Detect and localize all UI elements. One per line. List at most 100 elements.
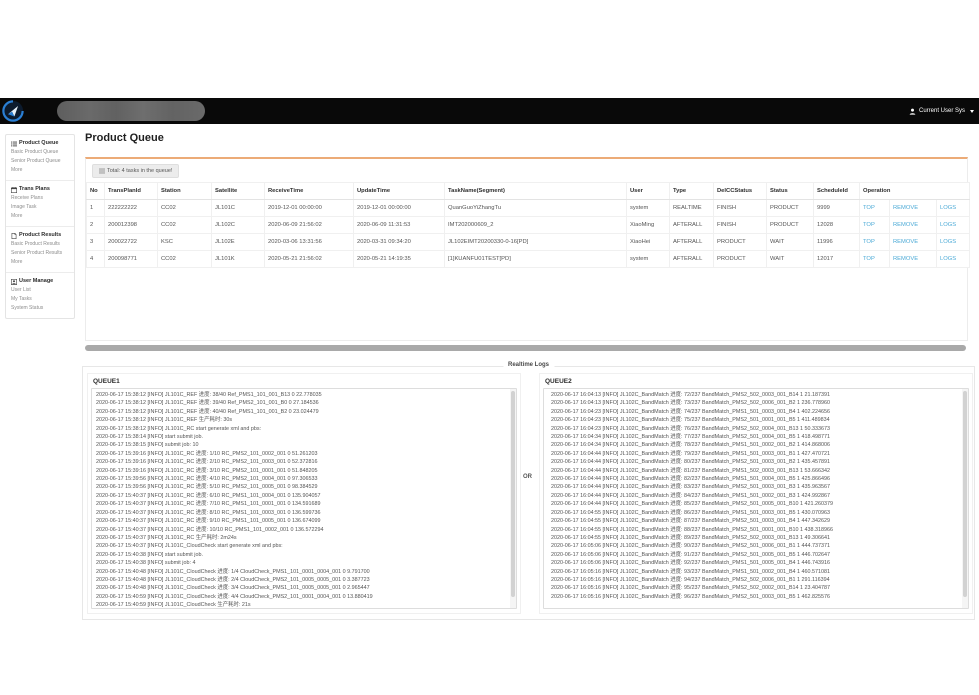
column-header: ScheduleId <box>814 183 860 200</box>
top-link[interactable]: TOP <box>863 222 875 228</box>
queue1-log-box[interactable]: 2020-06-17 15:38:12 [INFO] JL101C_REF 进度… <box>91 388 517 609</box>
sidebar-item[interactable]: Image Task <box>11 203 69 212</box>
table-cell: PRODUCT <box>767 200 814 217</box>
sidebar-item[interactable]: System Status <box>11 304 69 313</box>
log-line: 2020-06-17 15:38:12 [INFO] JL101C_REF 生产… <box>96 416 508 424</box>
column-header: TransPlanId <box>105 183 158 200</box>
chevron-down-icon <box>970 110 974 113</box>
queue2-log-box[interactable]: 2020-06-17 16:04:13 [INFO] JL102C_BandMa… <box>543 388 969 609</box>
log-line: 2020-06-17 15:40:48 [INFO] JL101C_CloudC… <box>96 576 508 584</box>
queue1-title: QUEUE1 <box>93 378 517 385</box>
sidebar-group-title: Trans Plans <box>11 185 69 194</box>
log-line: 2020-06-17 15:38:15 [INFO] submit job: 1… <box>96 441 508 449</box>
top-link[interactable]: TOP <box>863 205 875 211</box>
sidebar-item[interactable]: Receive Plans <box>11 194 69 203</box>
sidebar-item[interactable]: More <box>11 212 69 221</box>
sidebar-item[interactable]: More <box>11 166 69 175</box>
horizontal-scrollbar[interactable] <box>85 345 966 351</box>
table-cell: AFTERALL <box>670 234 714 251</box>
table-cell: 2020-06-09 21:56:02 <box>265 217 354 234</box>
operation-cell: LOGS <box>937 234 970 251</box>
sidebar-item[interactable]: Senior Product Queue <box>11 157 69 166</box>
log-line: 2020-06-17 16:04:55 [INFO] JL102C_BandMa… <box>551 509 960 517</box>
realtime-logs-legend: Realtime Logs <box>503 362 554 368</box>
sidebar-item[interactable]: Senior Product Results <box>11 249 69 258</box>
remove-link[interactable]: REMOVE <box>893 256 918 262</box>
table-header-row: NoTransPlanIdStationSatelliteReceiveTime… <box>87 183 970 200</box>
remove-link[interactable]: REMOVE <box>893 205 918 211</box>
operation-cell: TOP <box>860 200 890 217</box>
current-user-menu[interactable]: Current User Sys <box>909 98 974 124</box>
log-line: 2020-06-17 16:05:16 [INFO] JL102C_BandMa… <box>551 568 960 576</box>
log-line: 2020-06-17 15:40:37 [INFO] JL101C_RC 进度:… <box>96 509 508 517</box>
logs-link[interactable]: LOGS <box>940 205 956 211</box>
log-line: 2020-06-17 16:04:34 [INFO] JL102C_BandMa… <box>551 441 960 449</box>
remove-link[interactable]: REMOVE <box>893 222 918 228</box>
table-cell: PRODUCT <box>714 251 767 268</box>
sidebar-group: Product ResultsBasic Product ResultsSeni… <box>6 226 74 272</box>
table-cell: 2020-06-09 11:31:53 <box>354 217 445 234</box>
table-row: 3200022722KSCJL102E2020-03-06 13:31:5620… <box>87 234 970 251</box>
top-link[interactable]: TOP <box>863 256 875 262</box>
logs-link[interactable]: LOGS <box>940 222 956 228</box>
log-line: 2020-06-17 15:40:48 [INFO] JL101C_CloudC… <box>96 568 508 576</box>
queue1-scrollbar[interactable] <box>510 389 516 608</box>
sidebar-item[interactable]: My Tasks <box>11 295 69 304</box>
log-line: 2020-06-17 16:04:44 [INFO] JL102C_BandMa… <box>551 492 960 500</box>
column-header: Status <box>767 183 814 200</box>
log-line: 2020-06-17 16:04:44 [INFO] JL102C_BandMa… <box>551 467 960 475</box>
sidebar-group: Product QueueBasic Product QueueSenior P… <box>6 135 74 180</box>
log-line: 2020-06-17 15:40:38 [INFO] start submit … <box>96 551 508 559</box>
table-cell: QuanGuoYiZhangTu <box>445 200 627 217</box>
log-line: 2020-06-17 16:04:55 [INFO] JL102C_BandMa… <box>551 517 960 525</box>
sidebar-item[interactable]: More <box>11 258 69 267</box>
column-header: Station <box>158 183 212 200</box>
table-cell: 200098771 <box>105 251 158 268</box>
realtime-logs-section: Realtime Logs QUEUE1 2020-06-17 15:38:12… <box>82 366 975 620</box>
log-line: 2020-06-17 16:05:06 [INFO] JL102C_BandMa… <box>551 542 960 550</box>
table-cell: 3 <box>87 234 105 251</box>
table-cell: 2020-05-21 21:56:02 <box>265 251 354 268</box>
sidebar-item[interactable]: User List <box>11 286 69 295</box>
user-icon <box>11 279 17 285</box>
queue2-scrollbar[interactable] <box>962 389 968 608</box>
table-cell: 2 <box>87 217 105 234</box>
logs-link[interactable]: LOGS <box>940 239 956 245</box>
operation-cell: LOGS <box>937 200 970 217</box>
column-header: TaskName(Segment) <box>445 183 627 200</box>
log-line: 2020-06-17 16:05:06 [INFO] JL102C_BandMa… <box>551 551 960 559</box>
operation-cell: LOGS <box>937 251 970 268</box>
table-row: 4200098771CC02JL101K2020-05-21 21:56:022… <box>87 251 970 268</box>
current-user-label: Current User Sys <box>919 108 965 114</box>
table-row: 1222222222CC02JL101C2019-12-01 00:00:002… <box>87 200 970 217</box>
table-cell: AFTERALL <box>670 217 714 234</box>
log-line: 2020-06-17 16:04:44 [INFO] JL102C_BandMa… <box>551 450 960 458</box>
remove-link[interactable]: REMOVE <box>893 239 918 245</box>
table-cell: 2020-03-06 13:31:56 <box>265 234 354 251</box>
top-link[interactable]: TOP <box>863 239 875 245</box>
table-row: 2200012398CC02JL102C2020-06-09 21:56:022… <box>87 217 970 234</box>
log-line: 2020-06-17 15:39:56 [INFO] JL101C_RC 进度:… <box>96 475 508 483</box>
log-line: 2020-06-17 15:40:37 [INFO] JL101C_RC 进度:… <box>96 492 508 500</box>
column-header: UpdateTime <box>354 183 445 200</box>
log-line: 2020-06-17 15:38:12 [INFO] JL101C_REF 进度… <box>96 391 508 399</box>
file-icon <box>11 233 17 239</box>
table-cell: CC02 <box>158 251 212 268</box>
sidebar-item[interactable]: Basic Product Queue <box>11 148 69 157</box>
column-header: No <box>87 183 105 200</box>
log-line: 2020-06-17 16:04:13 [INFO] JL102C_BandMa… <box>551 391 960 399</box>
log-line: 2020-06-17 16:04:23 [INFO] JL102C_BandMa… <box>551 408 960 416</box>
sidebar-group-title: User Manage <box>11 277 69 286</box>
log-line: 2020-06-17 15:38:14 [INFO] start submit … <box>96 433 508 441</box>
log-line: 2020-06-17 15:38:12 [INFO] JL101C_REF 进度… <box>96 399 508 407</box>
sidebar-item[interactable]: Basic Product Results <box>11 240 69 249</box>
logs-link[interactable]: LOGS <box>940 256 956 262</box>
queue1-scroll-thumb[interactable] <box>511 391 515 597</box>
log-line: 2020-06-17 16:05:06 [INFO] JL102C_BandMa… <box>551 559 960 567</box>
column-header: Satellite <box>212 183 265 200</box>
product-queue-card: Total: 4 tasks in the queue! NoTransPlan… <box>85 157 968 341</box>
log-line: 2020-06-17 15:38:12 [INFO] JL101C_REF 进度… <box>96 408 508 416</box>
operation-cell: LOGS <box>937 217 970 234</box>
queue2-scroll-thumb[interactable] <box>963 391 967 597</box>
table-cell: REALTIME <box>670 200 714 217</box>
